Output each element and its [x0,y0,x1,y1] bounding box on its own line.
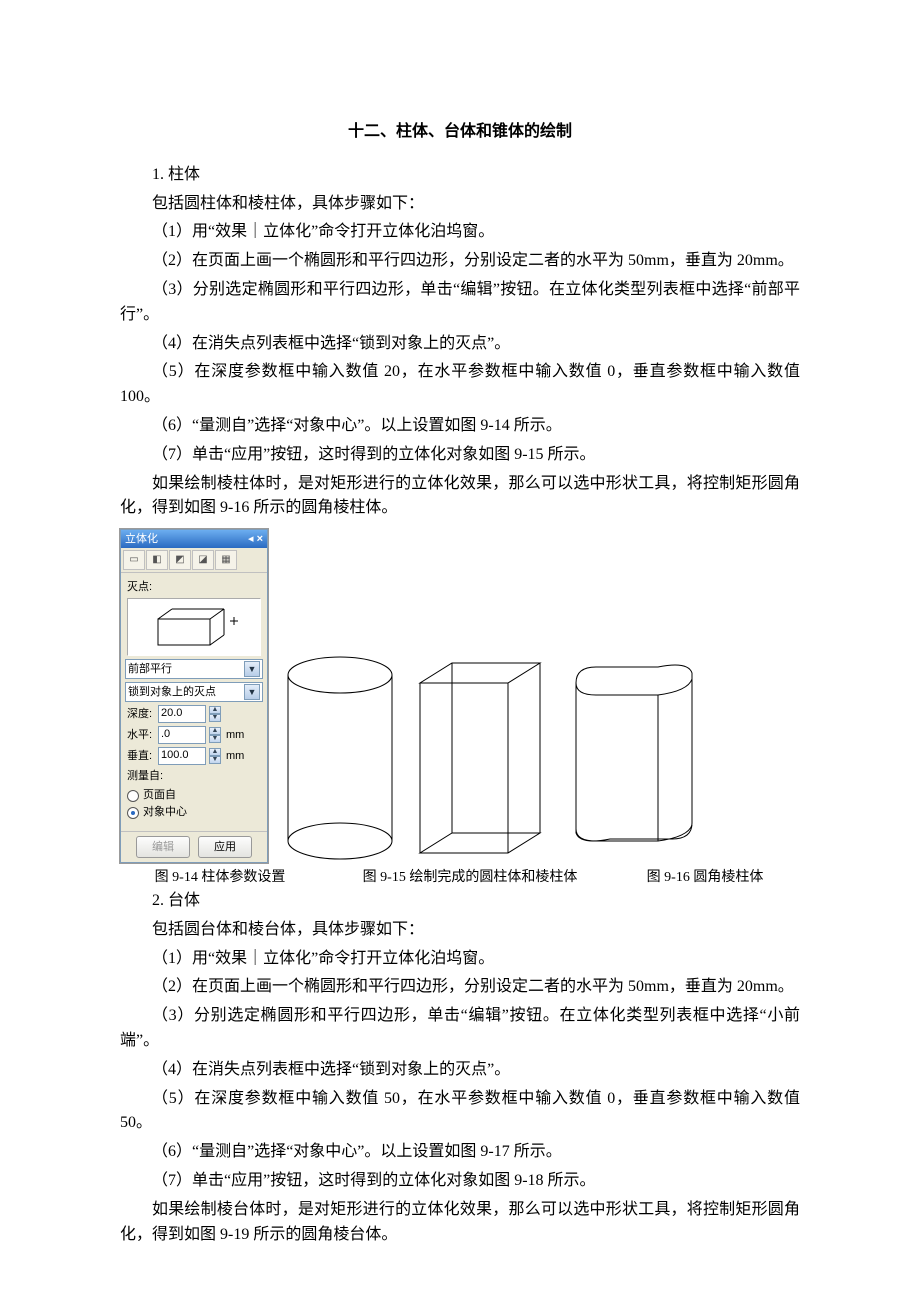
sec1-step-3: （3）分别选定椭圆形和平行四边形，单击“编辑”按钮。在立体化类型列表框中选择“前… [120,278,800,328]
radio-page[interactable]: 页面自 [125,787,263,804]
sec2-step-5: （5）在深度参数框中输入数值 50，在水平参数框中输入数值 0，垂直参数框中输入… [120,1087,800,1137]
depth-label: 深度: [127,706,155,723]
rounded-prism-shape [564,653,704,863]
palette-toolbar: ▭ ◧ ◩ ◪ ▦ [121,548,267,573]
vp-label: 灭点: [127,579,263,596]
page-title: 十二、柱体、台体和锥体的绘制 [120,120,800,145]
edit-button[interactable]: 编辑 [136,836,190,858]
dropdown-icon[interactable]: ▼ [244,684,260,700]
radio-object[interactable]: 对象中心 [125,804,263,821]
sec2-step-7: （7）单击“应用”按钮，这时得到的立体化对象如图 9-18 所示。 [120,1169,800,1194]
apply-button[interactable]: 应用 [198,836,252,858]
v-input[interactable]: 100.0 [158,747,206,765]
measure-label: 测量自: [127,768,263,785]
depth-input[interactable]: 20.0 [158,705,206,723]
h-unit: mm [226,727,244,744]
type-select[interactable]: 前部平行 ▼ [125,659,263,679]
caption-9-16: 图 9-16 圆角棱柱体 [620,867,790,889]
sec1-step-7: （7）单击“应用”按钮，这时得到的立体化对象如图 9-15 所示。 [120,443,800,468]
toolbar-icon-2[interactable]: ◧ [146,550,168,570]
sec2-tail: 如果绘制棱台体时，是对矩形进行的立体化效果，那么可以选中形状工具，将控制矩形圆角… [120,1198,800,1248]
shapes-figure [280,653,704,863]
radio-page-label: 页面自 [143,787,176,804]
prism-shape [412,653,552,863]
depth-spinner[interactable]: ▲▼ [209,706,221,722]
v-spinner[interactable]: ▲▼ [209,748,221,764]
h-label: 水平: [127,727,155,744]
v-row: 垂直: 100.0 ▲▼ mm [125,747,263,765]
extrude-palette: 立体化 ◂ × ▭ ◧ ◩ ◪ ▦ 灭点: [120,529,268,863]
palette-ctrls[interactable]: ◂ × [248,530,263,548]
cylinder-shape [280,653,400,863]
sec1-tail: 如果绘制棱柱体时，是对矩形进行的立体化效果，那么可以选中形状工具，将控制矩形圆角… [120,472,800,522]
h-input[interactable]: .0 [158,726,206,744]
vp-select-value: 锁到对象上的灭点 [128,684,216,700]
vp-preview [127,598,261,656]
sec1-intro: 包括圆柱体和棱柱体，具体步骤如下： [120,192,800,217]
radio-icon[interactable] [127,807,139,819]
caption-9-15: 图 9-15 绘制完成的圆柱体和棱柱体 [320,867,620,889]
sec1-step-4: （4）在消失点列表框中选择“锁到对象上的灭点”。 [120,332,800,357]
toolbar-icon-4[interactable]: ◪ [192,550,214,570]
caption-9-14: 图 9-14 柱体参数设置 [120,867,320,889]
radio-object-label: 对象中心 [143,804,187,821]
sec2-step-2: （2）在页面上画一个椭圆形和平行四边形，分别设定二者的水平为 50mm，垂直为 … [120,975,800,1000]
depth-row: 深度: 20.0 ▲▼ [125,705,263,723]
h-spinner[interactable]: ▲▼ [209,727,221,743]
toolbar-icon-5[interactable]: ▦ [215,550,237,570]
sec2-step-1: （1）用“效果｜立体化”命令打开立体化泊坞窗。 [120,947,800,972]
dropdown-icon[interactable]: ▼ [244,661,260,677]
sec2-step-4: （4）在消失点列表框中选择“锁到对象上的灭点”。 [120,1058,800,1083]
palette-titlebar[interactable]: 立体化 ◂ × [121,530,267,548]
h-row: 水平: .0 ▲▼ mm [125,726,263,744]
figure-captions: 图 9-14 柱体参数设置 图 9-15 绘制完成的圆柱体和棱柱体 图 9-16… [120,867,800,889]
radio-icon[interactable] [127,790,139,802]
sec1-heading: 1. 柱体 [120,163,800,188]
toolbar-icon-3[interactable]: ◩ [169,550,191,570]
type-select-value: 前部平行 [128,661,172,677]
sec1-step-1: （1）用“效果｜立体化”命令打开立体化泊坞窗。 [120,220,800,245]
sec1-step-5: （5）在深度参数框中输入数值 20，在水平参数框中输入数值 0，垂直参数框中输入… [120,360,800,410]
sec1-step-6: （6）“量测自”选择“对象中心”。以上设置如图 9-14 所示。 [120,414,800,439]
sec1-step-2: （2）在页面上画一个椭圆形和平行四边形，分别设定二者的水平为 50mm，垂直为 … [120,249,800,274]
vp-select[interactable]: 锁到对象上的灭点 ▼ [125,682,263,702]
v-label: 垂直: [127,748,155,765]
sec2-intro: 包括圆台体和棱台体，具体步骤如下： [120,918,800,943]
palette-title: 立体化 [125,530,158,548]
sec2-step-6: （6）“量测自”选择“对象中心”。以上设置如图 9-17 所示。 [120,1140,800,1165]
sec2-heading: 2. 台体 [120,889,800,914]
sec2-step-3: （3）分别选定椭圆形和平行四边形，单击“编辑”按钮。在立体化类型列表框中选择“小… [120,1004,800,1054]
toolbar-icon-1[interactable]: ▭ [123,550,145,570]
close-icon[interactable]: × [257,533,263,545]
v-unit: mm [226,748,244,765]
